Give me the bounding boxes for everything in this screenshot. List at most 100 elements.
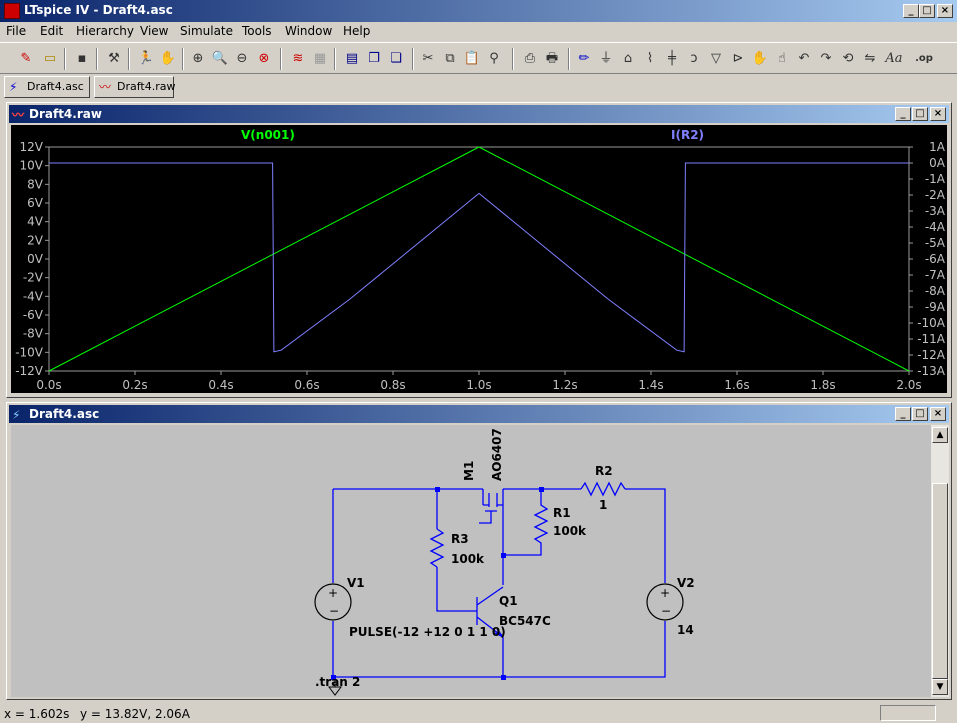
tile-horizontal-icon[interactable]: ▤ (342, 49, 362, 69)
waveform-minimize-button[interactable]: _ (895, 107, 911, 121)
schematic-drawing[interactable]: + − + − M1 AO6407 R2 1 R1 100k R3 100k V… (11, 425, 931, 697)
status-y: y = 13.82V, 2.06A (80, 707, 190, 721)
ground-icon[interactable]: ⏚ (596, 49, 616, 69)
x-tick-label: 0.4s (208, 378, 233, 392)
menu-window[interactable]: Window (285, 24, 332, 38)
y-left-tick-label: -4V (23, 289, 44, 303)
v2-label: V2 (677, 576, 695, 590)
plot-frame (48, 146, 910, 372)
waveform-plot-area[interactable]: 0.0s 0.2s 0.4s 0.6s 0.8s 1.0s 1.2s 1.4s 1.6s 1.8s… (11, 125, 947, 393)
tab-draft4-asc[interactable]: ⚡ Draft4.asc (4, 76, 90, 98)
svg-text:+: + (328, 586, 338, 600)
v1-value: PULSE(-12 +12 0 1 1 0) (349, 625, 506, 639)
text-icon[interactable]: Aa (884, 49, 904, 69)
waveform-window-title: 〰 Draft4.raw _ □ × (9, 105, 949, 123)
zoom-in-icon[interactable]: ⊕ (188, 49, 208, 69)
scroll-down-button[interactable]: ▼ (932, 679, 948, 695)
run-icon[interactable]: 🏃 (136, 49, 156, 69)
wire-icon[interactable]: ✏ (574, 49, 594, 69)
move-icon[interactable]: ✋ (750, 49, 770, 69)
schematic-canvas[interactable]: + − + − M1 AO6407 R2 1 R1 100k R3 100k V… (11, 425, 931, 697)
print-icon[interactable]: 🖶 (542, 49, 562, 69)
drag-icon[interactable]: ☝ (772, 49, 792, 69)
zoom-pan-icon[interactable]: 🔍 (210, 49, 230, 69)
menu-hierarchy[interactable]: Hierarchy (76, 24, 134, 38)
r1-value: 100k (553, 524, 587, 538)
menu-file[interactable]: File (6, 24, 26, 38)
resistor-r3 (429, 528, 445, 568)
y-right-tick-label: -9A (925, 300, 946, 314)
wire (625, 488, 666, 583)
y-right-tick-label: -3A (925, 204, 946, 218)
window-title: LTspice IV - Draft4.asc (24, 3, 173, 17)
y-left-tick-label: -8V (23, 327, 44, 341)
halt-icon[interactable]: ✋ (158, 49, 178, 69)
y-right-tick-label: -12A (917, 348, 946, 362)
diode-icon[interactable]: ▽ (706, 49, 726, 69)
scroll-up-button[interactable]: ▲ (932, 427, 948, 443)
new-schematic-icon[interactable]: ✎ (16, 49, 36, 69)
grid-icon[interactable]: ▦ (310, 49, 330, 69)
open-icon[interactable]: ▭ (40, 49, 60, 69)
inductor-icon[interactable]: ↄ (684, 49, 704, 69)
schematic-close-button[interactable]: × (930, 407, 946, 421)
cascade-icon[interactable]: ❐ (364, 49, 384, 69)
tab-draft4-raw[interactable]: 〰 Draft4.raw (94, 76, 175, 98)
scrollbar-thumb[interactable] (932, 483, 948, 679)
y-right-tick-label: -6A (925, 252, 946, 266)
q1-model: BC547C (499, 614, 551, 628)
capacitor-icon[interactable]: ╪ (662, 49, 682, 69)
menu-help[interactable]: Help (343, 24, 370, 38)
close-button[interactable]: × (937, 4, 953, 18)
schematic-window-title-text: Draft4.asc (29, 407, 100, 421)
spice-directive-icon[interactable]: .op (914, 49, 934, 69)
paste-icon[interactable]: 📋 (462, 49, 482, 69)
cut-icon[interactable]: ✂ (418, 49, 438, 69)
zoom-cancel-icon[interactable]: ⊗ (254, 49, 274, 69)
status-panel (880, 705, 936, 721)
print-setup-icon[interactable]: ⎙ (520, 49, 540, 69)
label-icon[interactable]: ⌂ (618, 49, 638, 69)
minimize-button[interactable]: _ (903, 4, 919, 18)
copy-icon[interactable]: ⧉ (440, 49, 460, 69)
waveform-close-button[interactable]: × (930, 107, 946, 121)
tile-vertical-icon[interactable]: ❏ (386, 49, 406, 69)
y-left-tick-label: -6V (23, 308, 44, 322)
save-icon[interactable]: ▪ (72, 49, 92, 69)
schematic-icon: ⚡ (9, 80, 18, 94)
toolbar-separator (128, 48, 130, 70)
resistor-icon[interactable]: ⌇ (640, 49, 660, 69)
menu-edit[interactable]: Edit (40, 24, 63, 38)
undo-icon[interactable]: ↶ (794, 49, 814, 69)
schematic-minimize-button[interactable]: _ (895, 407, 911, 421)
maximize-button[interactable]: □ (919, 4, 935, 18)
zoom-out-icon[interactable]: ⊖ (232, 49, 252, 69)
mirror-icon[interactable]: ⇋ (860, 49, 880, 69)
rotate-icon[interactable]: ⟲ (838, 49, 858, 69)
autorange-icon[interactable]: ≋ (288, 49, 308, 69)
ltspice-app-icon[interactable] (4, 3, 20, 19)
schematic-scrollbar[interactable]: ▲ ▼ (931, 425, 949, 697)
x-tick-label: 1.4s (638, 378, 663, 392)
menu-view[interactable]: View (140, 24, 168, 38)
toolbar-separator (568, 48, 570, 70)
x-tick-label: 0.0s (36, 378, 61, 392)
waveform-maximize-button[interactable]: □ (912, 107, 928, 121)
toolbar-separator (334, 48, 336, 70)
waveform-icon: 〰 (99, 80, 112, 94)
redo-icon[interactable]: ↷ (816, 49, 836, 69)
schematic-maximize-button[interactable]: □ (912, 407, 928, 421)
svg-text:−: − (661, 604, 671, 618)
waveform-plot[interactable]: 0.0s 0.2s 0.4s 0.6s 0.8s 1.0s 1.2s 1.4s 1.6s 1.8s… (11, 125, 947, 393)
tab-label: Draft4.asc (27, 80, 84, 93)
control-panel-icon[interactable]: ⚒ (104, 49, 124, 69)
menu-tools[interactable]: Tools (242, 24, 272, 38)
component-icon[interactable]: ⊳ (728, 49, 748, 69)
find-icon[interactable]: ⚲ (484, 49, 504, 69)
resistor-r2 (580, 481, 626, 497)
y-left-tick-label: -12V (15, 364, 44, 378)
toolbar-separator (64, 48, 66, 70)
menu-simulate[interactable]: Simulate (180, 24, 233, 38)
y-left-tick-label: 10V (20, 159, 44, 173)
title-bar: LTspice IV - Draft4.asc _ □ × (0, 0, 957, 22)
